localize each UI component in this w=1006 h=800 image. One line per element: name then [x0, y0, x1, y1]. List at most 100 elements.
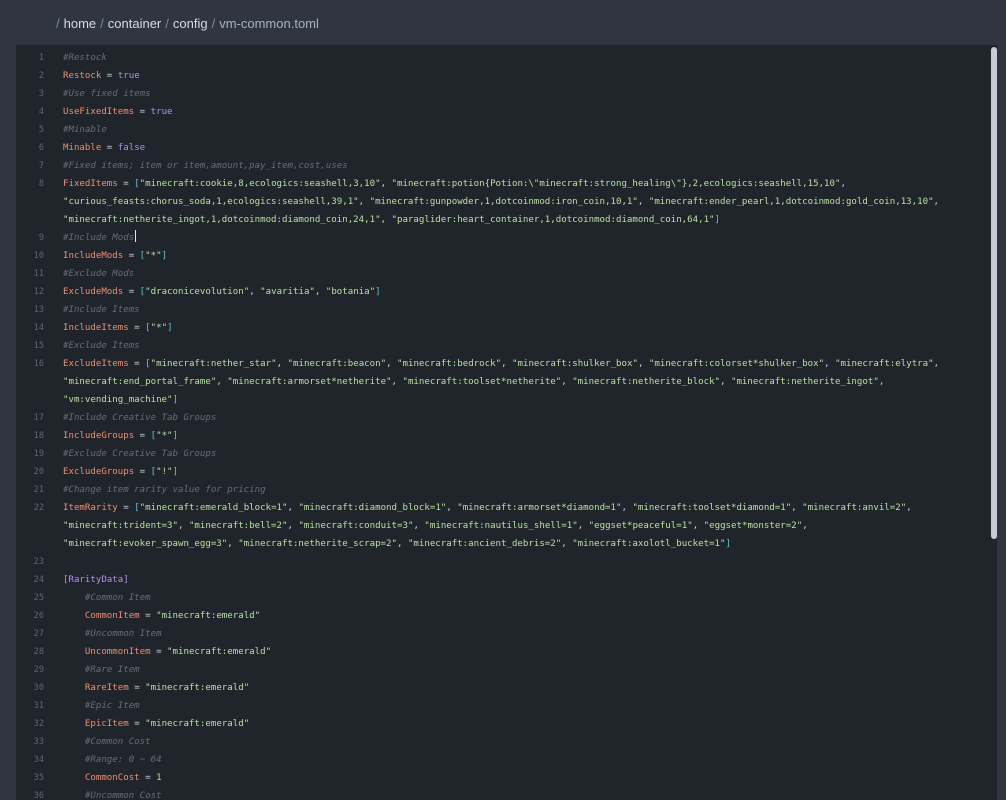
line-content: [RarityData] — [63, 571, 129, 589]
code-line[interactable]: 13 #Include Items — [16, 301, 991, 319]
code-line[interactable]: "minecraft:evoker_spawn_egg=3", "minecra… — [16, 535, 991, 553]
code-line[interactable]: 24 [RarityData] — [16, 571, 991, 589]
code-token: Restock — [63, 71, 102, 81]
line-number: 4 — [38, 107, 44, 117]
code-line[interactable]: 18 IncludeGroups = ["*"] — [16, 427, 991, 445]
code-line[interactable]: 3 #Use fixed items — [16, 85, 991, 103]
code-editor[interactable]: 1 #Restock 2 Restock = true 3 #Use fixed item… — [16, 45, 997, 800]
code-line[interactable]: 15 #Exclude Items — [16, 337, 991, 355]
code-line[interactable]: 26 CommonItem = "minecraft:emerald" — [16, 607, 991, 625]
code-token: ] — [375, 287, 381, 297]
code-line[interactable]: "minecraft:netherite_ingot,1,dotcoinmod:… — [16, 211, 991, 229]
code-token: = — [139, 773, 157, 783]
code-line[interactable]: 32 EpicItem = "minecraft:emerald" — [16, 715, 991, 733]
code-line[interactable]: "curious_feasts:chorus_soda,1,ecologics:… — [16, 193, 991, 211]
line-content: #Exclude Mods — [63, 265, 134, 283]
code-line[interactable]: 8 FixedItems = ["minecraft:cookie,8,ecolo… — [16, 175, 991, 193]
code-token: #Change item rarity value for pricing — [63, 485, 266, 495]
code-token: "minecraft:diamond_block=1" — [298, 503, 447, 513]
code-token: , — [791, 503, 803, 513]
line-content: IncludeMods = ["*"] — [63, 247, 167, 265]
code-line[interactable]: 36 #Uncommon Cost — [16, 787, 991, 800]
code-line[interactable]: 17 #Include Creative Tab Groups — [16, 409, 991, 427]
code-line[interactable]: 19 #Exclude Creative Tab Groups — [16, 445, 991, 463]
code-line[interactable]: 7 #Fixed items; item or item,amount,pay_i… — [16, 157, 991, 175]
code-line[interactable]: "minecraft:end_portal_frame", "minecraft… — [16, 373, 991, 391]
code-line[interactable]: 25 #Common Item — [16, 589, 991, 607]
line-content: EpicItem = "minecraft:emerald" — [63, 715, 249, 733]
code-line[interactable]: 16 ExcludeItems = ["minecraft:nether_star… — [16, 355, 991, 373]
code-token: , — [802, 521, 808, 531]
code-line[interactable]: 10 IncludeMods = ["*"] — [16, 247, 991, 265]
code-token: , — [621, 503, 633, 513]
code-token: "minecraft:emerald_block=1" — [139, 503, 288, 513]
code-token: ExcludeGroups — [63, 467, 135, 477]
code-token: , — [906, 503, 912, 513]
code-token: #Exclude Creative Tab Groups — [63, 449, 217, 459]
code-line[interactable]: 5 #Minable — [16, 121, 991, 139]
vertical-scrollbar[interactable] — [991, 45, 997, 800]
code-token: ExcludeItems — [63, 359, 129, 369]
breadcrumb: / home / container / config / vm-common.toml — [56, 16, 323, 34]
code-token: EpicItem — [84, 719, 129, 729]
code-line[interactable]: 22 ItemRarity = ["minecraft:emerald_block… — [16, 499, 991, 517]
line-content: "minecraft:evoker_spawn_egg=3", "minecra… — [63, 535, 731, 553]
line-number: 8 — [38, 179, 44, 189]
code-line[interactable]: 28 UncommonItem = "minecraft:emerald" — [16, 643, 991, 661]
line-content: FixedItems = ["minecraft:cookie,8,ecolog… — [63, 175, 846, 193]
code-line[interactable]: 30 RareItem = "minecraft:emerald" — [16, 679, 991, 697]
line-content: #Include Creative Tab Groups — [63, 409, 216, 427]
code-token: ] — [161, 251, 168, 261]
code-line[interactable]: 6 Minable = false — [16, 139, 991, 157]
code-token: , — [386, 359, 398, 369]
code-line[interactable]: 33 #Common Cost — [16, 733, 991, 751]
scrollbar-thumb[interactable] — [991, 47, 997, 539]
code-token: , — [177, 521, 189, 531]
breadcrumb-separator: / — [56, 16, 60, 31]
code-line[interactable]: 29 #Rare Item — [16, 661, 991, 679]
code-line[interactable]: 1 #Restock — [16, 49, 991, 67]
code-token: = — [134, 467, 151, 477]
code-line[interactable]: 34 #Range: 0 ~ 64 — [16, 751, 991, 769]
line-content: ItemRarity = ["minecraft:emerald_block=1… — [63, 499, 912, 517]
line-number: 6 — [38, 143, 44, 153]
code-token: false — [117, 143, 146, 153]
code-token: , — [276, 359, 288, 369]
line-number: 30 — [33, 683, 44, 693]
code-token: "draconicevolution" — [145, 287, 250, 297]
code-token: IncludeItems — [63, 323, 129, 333]
code-line[interactable]: 4 UseFixedItems = true — [16, 103, 991, 121]
code-line[interactable]: 11 #Exclude Mods — [16, 265, 991, 283]
breadcrumb-link-config[interactable]: config — [173, 16, 208, 31]
code-line[interactable]: 35 CommonCost = 1 — [16, 769, 991, 787]
code-token: = — [101, 71, 118, 81]
code-line[interactable]: 21 #Change item rarity value for pricing — [16, 481, 991, 499]
code-token: "minecraft:evoker_spawn_egg=3" — [63, 539, 228, 549]
line-content: #Common Item — [63, 589, 151, 607]
code-line[interactable]: 20 ExcludeGroups = ["!"] — [16, 463, 991, 481]
breadcrumb-link-container[interactable]: container — [108, 16, 161, 31]
code-line[interactable]: 9 #Include Mods — [16, 229, 991, 247]
code-line[interactable]: 23 — [16, 553, 991, 571]
code-token: #Include Mods — [63, 233, 135, 243]
code-token: "minecraft:colorset*shulker_box" — [648, 359, 825, 369]
code-token: , — [824, 359, 836, 369]
code-lines: 1 #Restock 2 Restock = true 3 #Use fixed item… — [16, 49, 991, 800]
code-line[interactable]: 2 Restock = true — [16, 67, 991, 85]
code-token: = — [117, 503, 135, 513]
code-line[interactable]: 14 IncludeItems = ["*"] — [16, 319, 991, 337]
code-line[interactable]: "vm:vending_machine"] — [16, 391, 991, 409]
code-token: , — [840, 179, 846, 189]
code-line[interactable]: 31 #Epic Item — [16, 697, 991, 715]
line-number: 27 — [33, 629, 44, 639]
code-token: , — [933, 359, 940, 369]
code-line[interactable]: 12 ExcludeMods = ["draconicevolution", "a… — [16, 283, 991, 301]
breadcrumb-link-home[interactable]: home — [64, 16, 97, 31]
line-content: Minable = false — [63, 139, 145, 157]
code-token: , — [720, 377, 731, 387]
line-content: #Restock — [63, 49, 107, 67]
code-line[interactable]: "minecraft:trident=3", "minecraft:bell=2… — [16, 517, 991, 535]
code-line[interactable]: 27 #Uncommon Item — [16, 625, 991, 643]
